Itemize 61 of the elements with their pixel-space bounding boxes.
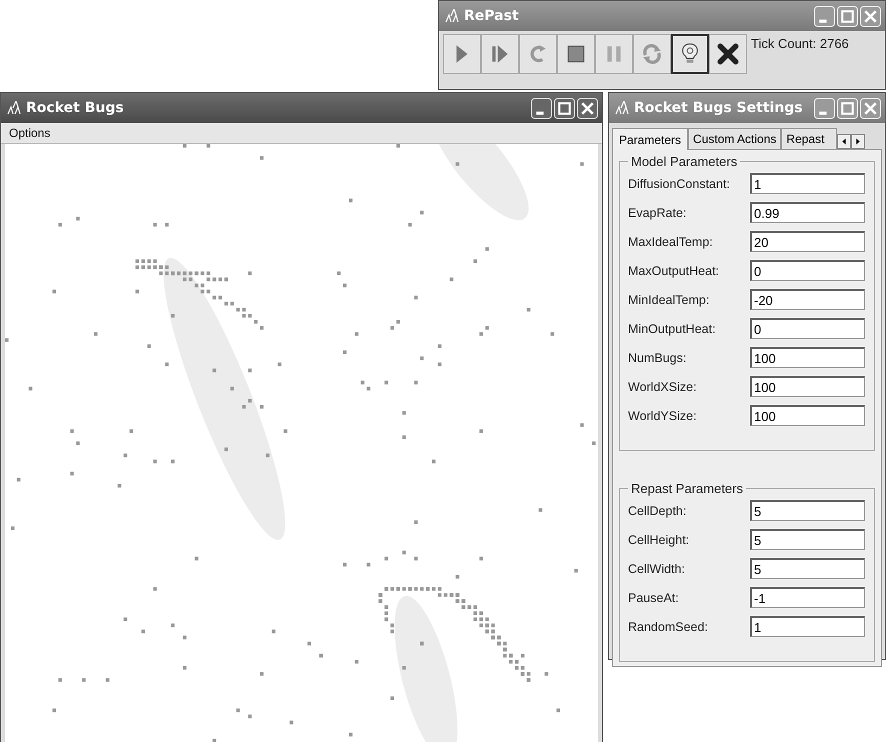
scroll-right-icon[interactable] [851,134,866,149]
input-field[interactable]: -20 [750,289,865,310]
stop-icon [565,43,587,65]
app-icon [445,9,459,23]
app-icon [615,101,629,115]
tab[interactable]: Repast [781,128,838,149]
input-field[interactable]: 5 [750,529,865,550]
minimize-icon[interactable] [814,98,835,118]
input-field[interactable]: -1 [750,587,865,608]
input-field[interactable]: 1 [750,173,865,194]
window-title: RePast [464,8,519,24]
tab[interactable]: Parameters [612,128,688,150]
menu-item[interactable]: Options [9,126,50,140]
input-field[interactable]: 0 [750,260,865,281]
close-icon[interactable] [860,98,881,118]
window-title: Rocket Bugs Settings [634,100,803,116]
lightbulb-icon [679,43,701,65]
input-field[interactable]: 0.99 [750,202,865,223]
window-title: Rocket Bugs [26,100,124,116]
exit-button[interactable] [709,34,747,74]
input-field[interactable]: 100 [750,405,865,426]
field-label: NumBugs: [628,350,688,364]
field-label: PauseAt: [628,590,680,604]
field-label: WorldXSize: [628,380,698,394]
field-label: MinOutputHeat: [628,322,717,336]
field-label: MaxIdealTemp: [628,234,714,248]
field-label: WorldYSize: [628,408,698,422]
minimize-icon[interactable] [531,98,552,118]
tick-count: Tick Count: 2766 [750,35,850,53]
field-label: CellWidth: [628,562,686,576]
maximize-icon[interactable] [554,98,575,118]
field-label: MaxOutputHeat: [628,264,720,278]
maximize-icon[interactable] [837,98,858,118]
scroll-left-icon[interactable] [837,134,852,149]
input-field[interactable]: 0 [750,318,865,339]
info-button[interactable] [671,34,709,74]
stop-button[interactable] [557,34,595,74]
minimize-icon[interactable] [814,6,835,26]
maximize-icon[interactable] [837,6,858,26]
field-label: RandomSeed: [628,620,709,634]
group-title: Model Parameters [630,154,738,169]
close-icon[interactable] [577,98,598,118]
input-field[interactable]: 100 [750,347,865,368]
exit-icon [717,43,739,65]
field-label: EvapRate: [628,206,688,220]
input-field[interactable]: 5 [750,500,865,521]
close-icon[interactable] [860,6,881,26]
play-button[interactable] [443,34,481,74]
group-title: Repast Parameters [630,481,744,496]
tab[interactable]: Custom Actions [688,128,782,149]
app-icon [7,101,21,115]
field-label: CellHeight: [628,532,690,546]
input-field[interactable]: 20 [750,231,865,252]
loop-icon [641,43,663,65]
input-field[interactable]: 5 [750,558,865,579]
input-field[interactable]: 1 [750,616,865,637]
field-label: DiffusionConstant: [628,176,731,190]
field-label: MinIdealTemp: [628,292,710,306]
step-button[interactable] [481,34,519,74]
input-field[interactable]: 100 [750,376,865,397]
field-label: CellDepth: [628,504,688,518]
